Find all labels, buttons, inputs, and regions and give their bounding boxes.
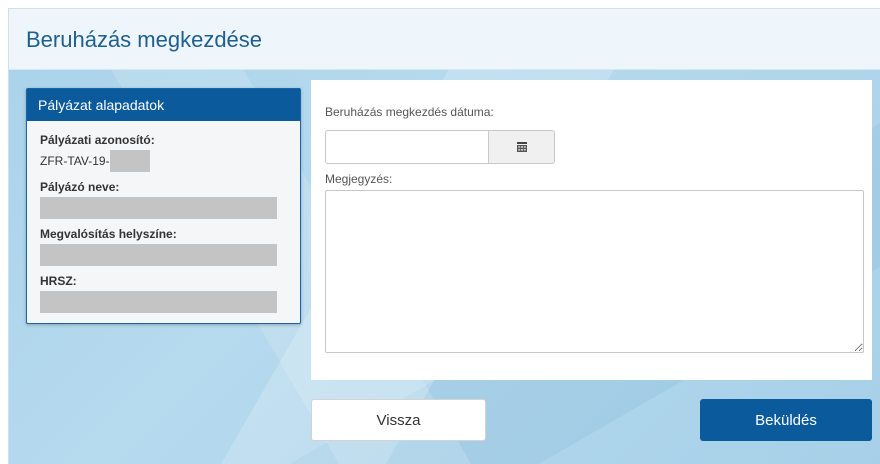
page-header: Beruházás megkezdése bbox=[9, 9, 880, 70]
panel-title: Pályázat alapadatok bbox=[27, 89, 300, 121]
redacted-block bbox=[40, 244, 277, 266]
submit-button[interactable]: Beküldés bbox=[700, 399, 872, 441]
application-id-value: ZFR-TAV-19- bbox=[40, 150, 287, 172]
form-card: Beruházás megkezdés dátuma: Megjegyzés: bbox=[311, 80, 872, 380]
start-date-input[interactable] bbox=[325, 130, 489, 164]
redacted-block bbox=[40, 197, 277, 219]
application-id-prefix: ZFR-TAV-19- bbox=[40, 154, 110, 168]
redacted-block bbox=[40, 291, 277, 313]
calendar-icon bbox=[516, 142, 527, 152]
application-id-label: Pályázati azonosító: bbox=[40, 133, 155, 147]
back-button[interactable]: Vissza bbox=[311, 399, 486, 441]
location-label: Megvalósítás helyszíne: bbox=[40, 227, 177, 241]
panel-body: Pályázati azonosító: ZFR-TAV-19- Pályázó… bbox=[27, 121, 300, 313]
calendar-button[interactable] bbox=[488, 130, 555, 164]
applicant-name-label: Pályázó neve: bbox=[40, 180, 120, 194]
hrsz-label: HRSZ: bbox=[40, 274, 77, 288]
note-textarea[interactable] bbox=[325, 190, 864, 353]
redacted-block bbox=[109, 150, 150, 172]
application-info-panel: Pályázat alapadatok Pályázati azonosító:… bbox=[26, 88, 301, 324]
note-label: Megjegyzés: bbox=[325, 172, 393, 186]
start-date-label: Beruházás megkezdés dátuma: bbox=[325, 105, 494, 119]
page-title: Beruházás megkezdése bbox=[26, 27, 263, 52]
